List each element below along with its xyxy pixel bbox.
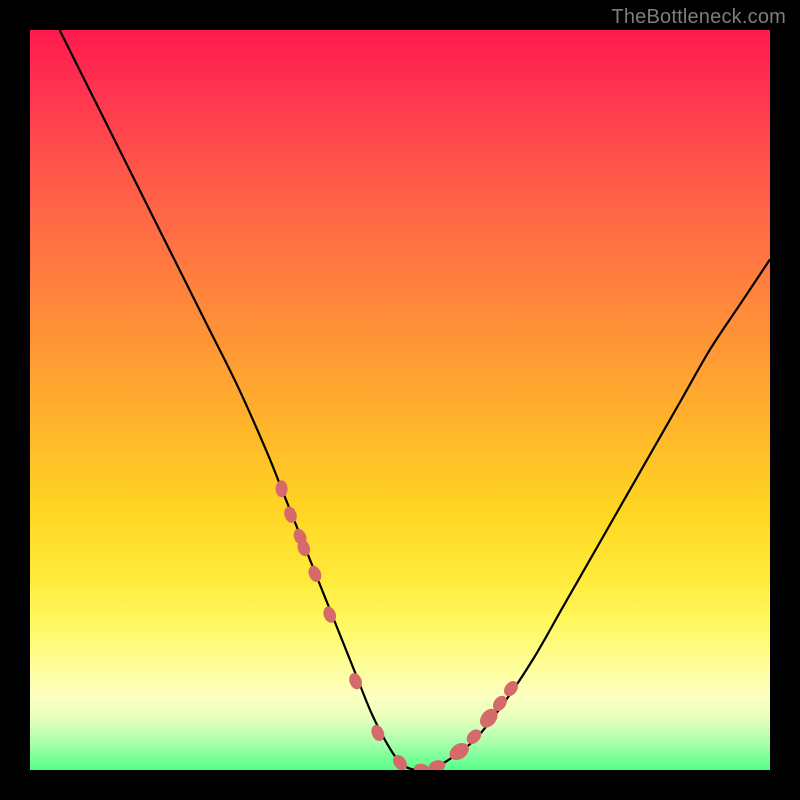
marker-dot bbox=[282, 505, 299, 525]
marker-dot bbox=[276, 480, 288, 497]
watermark-text: TheBottleneck.com bbox=[611, 6, 786, 29]
outer-frame: TheBottleneck.com bbox=[0, 0, 800, 800]
bottleneck-curve-svg bbox=[30, 30, 770, 770]
chart-plot-area bbox=[30, 30, 770, 770]
marker-dot bbox=[306, 564, 324, 584]
marker-dot bbox=[427, 758, 446, 770]
bottleneck-curve-path bbox=[60, 30, 770, 770]
marker-dot bbox=[464, 727, 484, 747]
highlight-markers bbox=[276, 480, 521, 770]
